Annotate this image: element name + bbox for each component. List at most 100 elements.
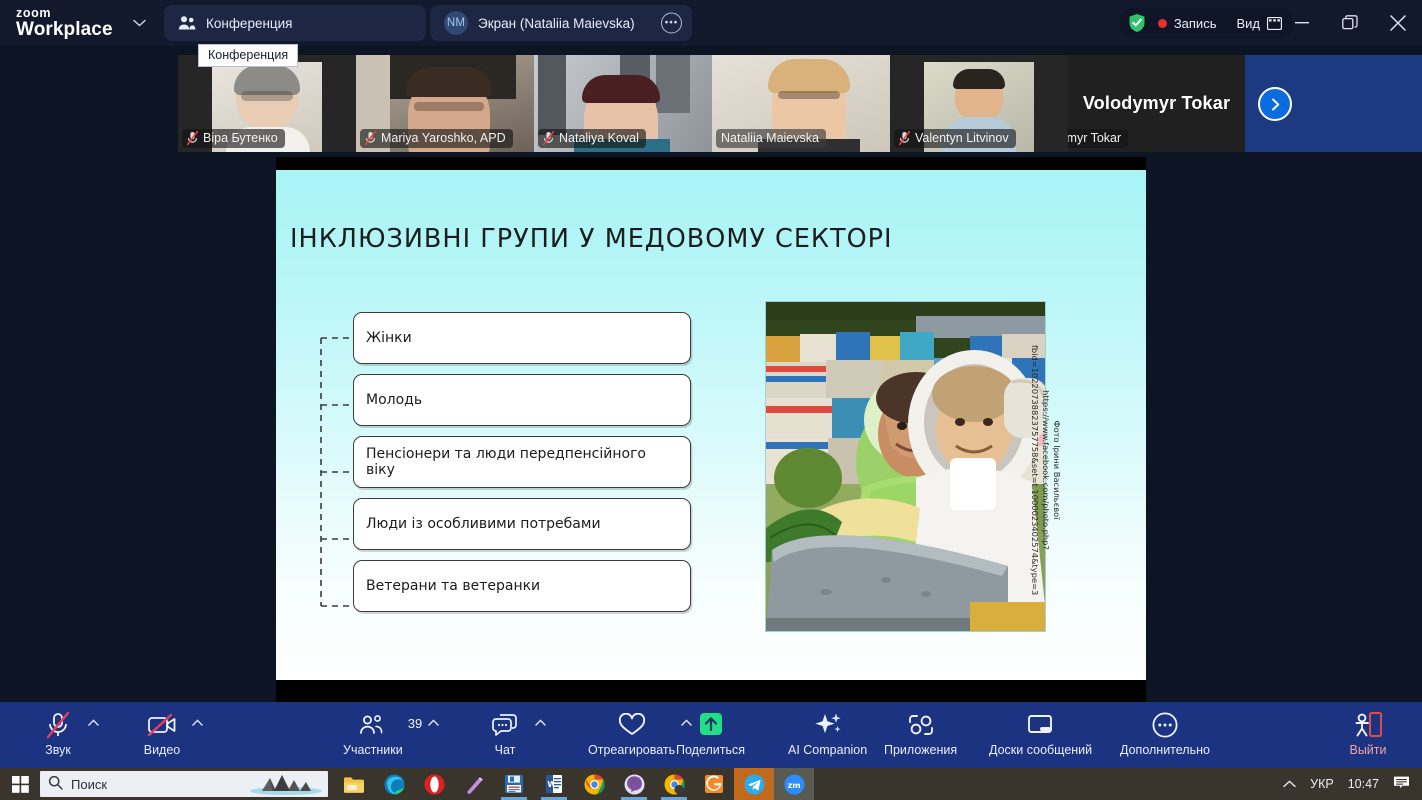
participant-name: Volodymyr Tokar (1068, 131, 1122, 145)
photo-credit-line1: Фото Ірини Васильєвої (1052, 420, 1062, 520)
microsoft-edge-icon[interactable] (374, 768, 414, 800)
video-tile[interactable]: Віра Бутенко (178, 55, 356, 152)
telegram-icon[interactable] (734, 768, 774, 800)
more-dots-icon (1151, 710, 1179, 740)
heart-icon (618, 710, 646, 740)
gmail-icon[interactable] (694, 768, 734, 800)
chat-options-chevron-up-icon[interactable] (535, 718, 546, 729)
microphone-muted-icon (542, 130, 555, 146)
chat-group: Чат (481, 710, 546, 757)
video-tile[interactable]: Nataliya Koval (534, 55, 712, 152)
title-bar: zoom Workplace Конференция NM Экран (Nat… (0, 0, 1422, 46)
shield-check-icon[interactable] (1128, 13, 1146, 33)
chat-button[interactable]: Чат (481, 710, 529, 757)
participants-group: Участники 39 (343, 710, 439, 757)
photo-credit-line4: 4&type=3 (1030, 552, 1041, 596)
share-label: Поделиться (676, 743, 746, 757)
recording-label: Запись (1173, 15, 1217, 31)
chevron-down-icon[interactable] (122, 6, 156, 40)
clock[interactable]: 10:47 (1348, 777, 1379, 791)
text-editor-icon[interactable] (494, 768, 534, 800)
system-tray: УКР 10:47 (1283, 768, 1422, 800)
ai-companion-button[interactable]: AI Companion (788, 710, 867, 757)
participant-name-badge: Nataliya Koval (538, 129, 646, 148)
file-explorer-icon[interactable] (334, 768, 374, 800)
tray-chevron-up-icon[interactable] (1283, 777, 1296, 791)
google-chrome-icon[interactable] (574, 768, 614, 800)
apps-label: Приложения (884, 743, 958, 757)
page-title: ІНКЛЮЗИВНІ ГРУПИ У МЕДОВОМУ СЕКТОРІ (290, 224, 893, 254)
video-tile[interactable]: Mariya Yaroshko, APD (356, 55, 534, 152)
people-icon (178, 15, 196, 31)
ai-companion-group: AI Companion (788, 710, 867, 757)
connector-lines (320, 337, 355, 607)
inclusive-groups-list: Жінки Молодь Пенсіонери та люди передпен… (353, 312, 693, 622)
paint-net-icon[interactable] (454, 768, 494, 800)
video-options-chevron-up-icon[interactable] (192, 718, 203, 729)
search-input[interactable]: Поиск (40, 771, 328, 797)
video-tile-active-speaker[interactable]: Nataliia Maievska (712, 55, 890, 152)
react-label: Отреагировать (588, 743, 676, 757)
more-button[interactable]: Дополнительно (1120, 710, 1210, 757)
photo-credit: Фото Ірини Васильєвої https://www.facebo… (1029, 345, 1062, 595)
opera-icon[interactable] (414, 768, 454, 800)
participant-name: Nataliya Koval (559, 131, 639, 145)
video-button[interactable]: Видео (138, 710, 186, 757)
chevron-right-icon[interactable] (1258, 87, 1292, 121)
more-options-icon[interactable]: ••• (661, 12, 682, 34)
whiteboards-button[interactable]: Доски сообщений (989, 710, 1092, 757)
participant-name-badge: Volodymyr Tokar (1068, 129, 1129, 148)
video-strip: Віра Бутенко Mariya Yaroshko, APD Natali… (178, 55, 1245, 152)
meeting-status-group: Запись Вид (1119, 8, 1294, 38)
participant-name: Nataliia Maievska (721, 131, 819, 145)
share-screen-icon (696, 710, 726, 740)
restore-window-icon[interactable] (1326, 0, 1374, 46)
share-group: Поделиться (676, 710, 745, 757)
tab-screen-label: Экран (Nataliia Maievska) (478, 15, 635, 31)
language-indicator[interactable]: УКР (1310, 777, 1334, 791)
minimize-icon[interactable] (1278, 0, 1326, 46)
audio-button[interactable]: Звук (34, 710, 82, 757)
video-label: Видео (143, 743, 181, 757)
viber-icon[interactable] (614, 768, 654, 800)
participants-count: 39 (407, 716, 423, 731)
presentation-slide: ІНКЛЮЗИВНІ ГРУПИ У МЕДОВОМУ СЕКТОРІ Жінк… (276, 170, 1146, 680)
view-label: Вид (1236, 15, 1260, 31)
video-tile-no-video[interactable]: Volodymyr Tokar Volodymyr Tokar (1068, 55, 1245, 152)
share-screen-button[interactable]: Поделиться (676, 710, 745, 757)
chrome-canary-icon[interactable] (654, 768, 694, 800)
beekeepers-photo (766, 302, 1045, 631)
chat-bubble-icon (492, 710, 518, 740)
participant-name-badge: Віра Бутенко (182, 129, 285, 148)
notifications-icon[interactable] (1393, 775, 1410, 794)
zoom-icon[interactable]: zm (774, 768, 814, 800)
video-group: Видео (138, 710, 203, 757)
react-button[interactable]: Отреагировать (588, 710, 675, 757)
microphone-muted-icon (364, 130, 377, 146)
windows-start-icon[interactable] (0, 768, 40, 800)
tooltip-meeting: Конференция (198, 44, 299, 67)
avatar: NM (444, 11, 468, 35)
audio-label: Звук (45, 743, 71, 757)
view-button[interactable]: Вид (1236, 15, 1283, 31)
meeting-toolbar: Звук Видео Участники 39 Чат Отреагироват… (0, 702, 1422, 768)
whiteboards-label: Доски сообщений (989, 743, 1093, 757)
microsoft-word-icon[interactable]: W (534, 768, 574, 800)
leave-button[interactable]: Выйти (1344, 710, 1392, 757)
tab-screen-share[interactable]: NM Экран (Nataliia Maievska) ••• (430, 5, 692, 41)
participants-button[interactable]: Участники (343, 710, 403, 757)
apps-icon (907, 710, 935, 740)
tab-meeting[interactable]: Конференция (164, 5, 426, 41)
participant-display-name: Volodymyr Tokar (1082, 93, 1231, 113)
audio-options-chevron-up-icon[interactable] (88, 718, 99, 729)
video-tile[interactable]: Valentyn Litvinov (890, 55, 1068, 152)
apps-button[interactable]: Приложения (884, 710, 957, 757)
close-icon[interactable] (1374, 0, 1422, 46)
participants-options-chevron-up-icon[interactable] (428, 718, 439, 729)
microphone-muted-icon (186, 130, 199, 146)
recording-indicator[interactable]: Запись (1157, 15, 1217, 31)
microphone-muted-icon (45, 710, 71, 740)
participant-name-badge: Mariya Yaroshko, APD (360, 129, 513, 148)
window-controls (1278, 0, 1422, 46)
slide-photo (765, 301, 1046, 632)
